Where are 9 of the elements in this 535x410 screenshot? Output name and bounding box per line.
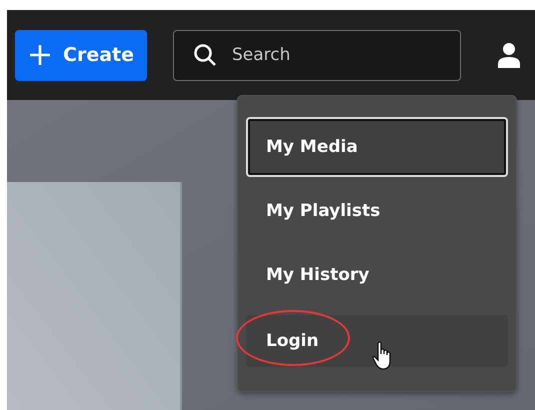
plus-icon <box>29 44 51 66</box>
menu-item[interactable]: My Playlists <box>246 181 508 241</box>
create-button[interactable]: Create <box>15 30 147 80</box>
menu-item[interactable]: My Media <box>246 117 508 177</box>
menu-item[interactable]: Login <box>246 315 508 367</box>
search-icon <box>193 42 217 66</box>
user-icon[interactable] <box>497 42 521 68</box>
search-field[interactable]: Search <box>173 30 461 80</box>
menu-item[interactable]: My History <box>246 245 508 305</box>
